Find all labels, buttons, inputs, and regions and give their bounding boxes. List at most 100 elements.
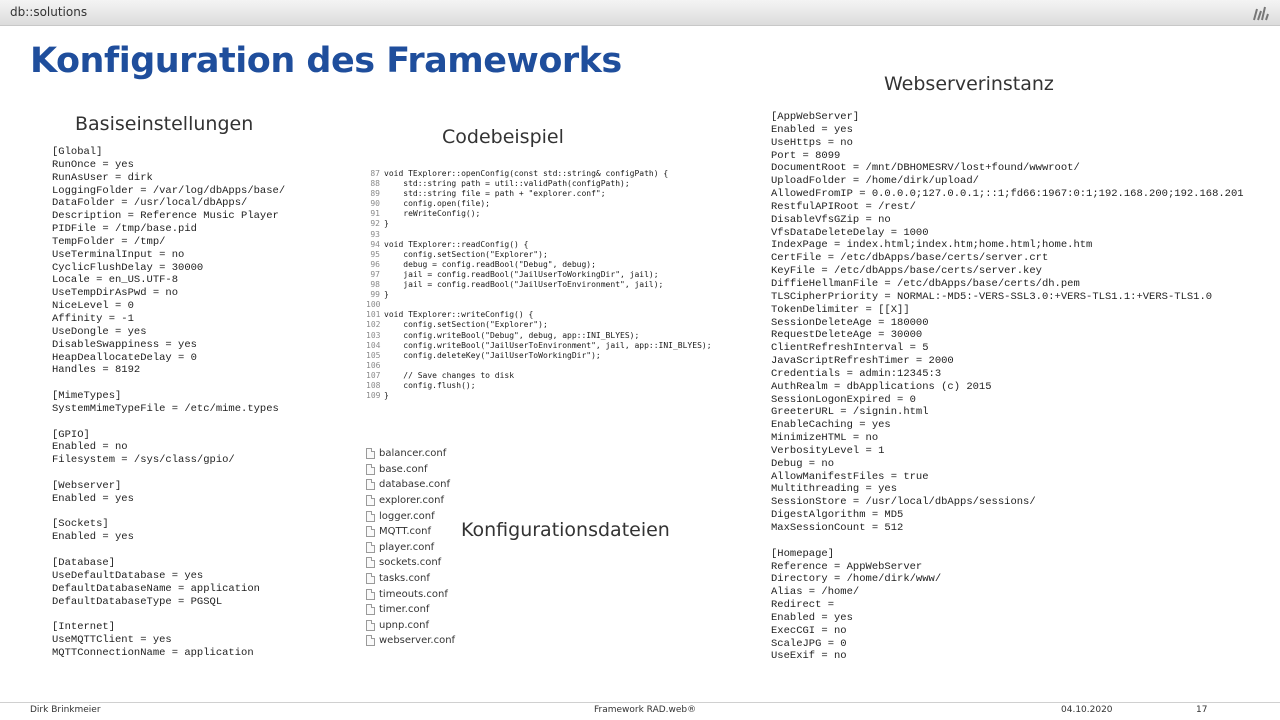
- basis-config-block: [Global] RunOnce = yes RunAsUser = dirk Log…: [52, 146, 285, 660]
- code-line-text: }: [384, 219, 389, 229]
- code-line-text: jail = config.readBool("JailUserToWorkin…: [384, 269, 659, 279]
- code-line-text: config.writeBool("Debug", debug, app::IN…: [384, 330, 640, 340]
- top-bar: db::solutions: [0, 0, 1280, 26]
- basis-config-line: [52, 416, 285, 429]
- file-item: explorer.conf: [366, 493, 455, 509]
- basis-config-line: UseDongle = yes: [52, 325, 147, 338]
- file-icon: [366, 479, 375, 491]
- code-line-text: void TExplorer::readConfig() {: [384, 239, 529, 249]
- footer-title: Framework RAD.web®: [594, 705, 697, 715]
- basis-config-line: Filesystem = /sys/class/gpio/: [52, 454, 235, 467]
- code-line-number: 109: [366, 391, 381, 401]
- file-icon: [366, 557, 375, 569]
- web-config-line: AuthRealm = dbApplications (c) 2015: [771, 380, 992, 393]
- code-line-number: 96: [370, 259, 380, 269]
- code-line-text: std::string file = path + "explorer.conf…: [384, 189, 606, 199]
- footer-date: 04.10.2020: [1061, 705, 1113, 715]
- web-config-line: Enabled = yes: [771, 123, 853, 136]
- file-name: MQTT.conf: [379, 526, 432, 538]
- basis-config-line: [52, 608, 285, 621]
- basis-config-line: UseTerminalInput = no: [52, 248, 185, 261]
- basis-config-line: RunOnce = yes: [52, 158, 134, 171]
- web-config-line: EnableCaching = yes: [771, 419, 891, 432]
- code-line-text: }: [384, 290, 389, 300]
- basis-config-line: [Database]: [52, 557, 116, 569]
- code-line-number: 102: [366, 320, 381, 330]
- code-line-number: 94: [370, 239, 380, 249]
- code-line-number: 106: [366, 360, 381, 370]
- code-line-text: config.setSection("Explorer");: [384, 320, 548, 330]
- code-line: 104 config.writeBool("JailUserToEnvironm…: [366, 341, 712, 351]
- heading-web: Webserverinstanz: [884, 73, 1054, 95]
- basis-config-line: Description = Reference Music Player: [52, 210, 279, 223]
- file-item: timer.conf: [366, 602, 455, 618]
- code-line-text: // Save changes to disk: [384, 370, 515, 380]
- web-config-line: MaxSessionCount = 512: [771, 522, 904, 534]
- code-line: 94 void TExplorer::readConfig() {: [366, 240, 712, 250]
- code-line: 109}: [366, 391, 712, 401]
- code-line-number: 95: [370, 249, 380, 259]
- web-config-line: SessionLogonExpired = 0: [771, 393, 916, 406]
- code-line-number: 88: [370, 179, 380, 189]
- web-config-line: Debug = no: [771, 457, 835, 470]
- file-icon: [366, 619, 375, 631]
- file-item: timeouts.conf: [366, 586, 455, 602]
- basis-config-line: UseMQTTClient = yes: [52, 634, 172, 647]
- web-config-line: Reference = AppWebServer: [771, 560, 923, 573]
- code-sample: 87 void TExplorer::openConfig(const std::…: [366, 169, 712, 401]
- web-config-line: ClientRefreshInterval = 5: [771, 342, 929, 355]
- file-item: database.conf: [366, 477, 455, 493]
- basis-config-line: [Global]: [52, 146, 103, 158]
- web-config-line: DigestAlgorithm = MD5: [771, 509, 904, 522]
- basis-config-line: [GPIO]: [52, 428, 90, 441]
- code-line-text: void TExplorer::writeConfig() {: [384, 310, 534, 320]
- web-config-line: JavaScriptRefreshTimer = 2000: [771, 355, 954, 368]
- basis-config-line: HeapDeallocateDelay = 0: [52, 351, 197, 364]
- footer-author: Dirk Brinkmeier: [30, 705, 101, 715]
- file-icon: [366, 604, 375, 616]
- code-line: 107 // Save changes to disk: [366, 371, 712, 381]
- code-line-number: 105: [366, 350, 381, 360]
- basis-config-line: [52, 467, 285, 480]
- basis-config-line: [MimeTypes]: [52, 390, 122, 403]
- web-config-line: ExecCGI = no: [771, 624, 847, 637]
- code-line-number: 87: [370, 169, 380, 178]
- code-line-number: 90: [370, 199, 380, 209]
- web-config-line: GreeterURL = /signin.html: [771, 406, 929, 419]
- basis-config-line: Enabled = yes: [52, 531, 134, 544]
- basis-config-line: UseDefaultDatabase = yes: [52, 569, 204, 582]
- web-config-line: MinimizeHTML = no: [771, 432, 879, 445]
- basis-config-line: DefaultDatabaseType = PGSQL: [52, 595, 223, 608]
- file-item: upnp.conf: [366, 618, 455, 634]
- file-item: tasks.conf: [366, 571, 455, 587]
- brand-label: db::solutions: [10, 5, 88, 19]
- file-icon: [366, 463, 375, 475]
- page-title: Konfiguration des Frameworks: [30, 41, 622, 81]
- code-line: 88 std::string path = util::validPath(co…: [366, 179, 712, 189]
- code-line-text: config.deleteKey("JailUserToWorkingDir")…: [384, 350, 601, 360]
- file-item: MQTT.conf: [366, 524, 455, 540]
- code-line: 87 void TExplorer::openConfig(const std::…: [366, 169, 712, 179]
- web-config-line: IndexPage = index.html;index.htm;home.ht…: [771, 239, 1093, 252]
- code-line: 108 config.flush();: [366, 381, 712, 391]
- file-item: logger.conf: [366, 508, 455, 524]
- code-line-number: 89: [370, 189, 380, 199]
- file-name: tasks.conf: [379, 573, 430, 585]
- file-icon: [366, 526, 375, 538]
- file-icon: [366, 635, 375, 647]
- basis-config-line: [52, 506, 285, 519]
- web-config-line: TLSCipherPriority = NORMAL:-MD5:-VERS-SS…: [771, 290, 1213, 303]
- code-line-text: config.flush();: [384, 380, 476, 390]
- basis-config-line: Enabled = yes: [52, 492, 134, 505]
- basis-config-line: Locale = en_US.UTF-8: [52, 274, 179, 287]
- basis-config-line: UseTempDirAsPwd = no: [52, 287, 179, 300]
- file-name: logger.conf: [379, 510, 435, 522]
- web-config-line: Redirect =: [771, 599, 835, 612]
- code-line: 106: [366, 361, 712, 371]
- web-config-line: [771, 535, 1244, 548]
- web-config-line: [Homepage]: [771, 547, 835, 560]
- web-config-line: Alias = /home/: [771, 586, 860, 599]
- bars-logo-icon: [1253, 6, 1269, 21]
- code-line: 95 config.setSection("Explorer");: [366, 250, 712, 260]
- web-config-line: UploadFolder = /home/dirk/upload/: [771, 175, 979, 188]
